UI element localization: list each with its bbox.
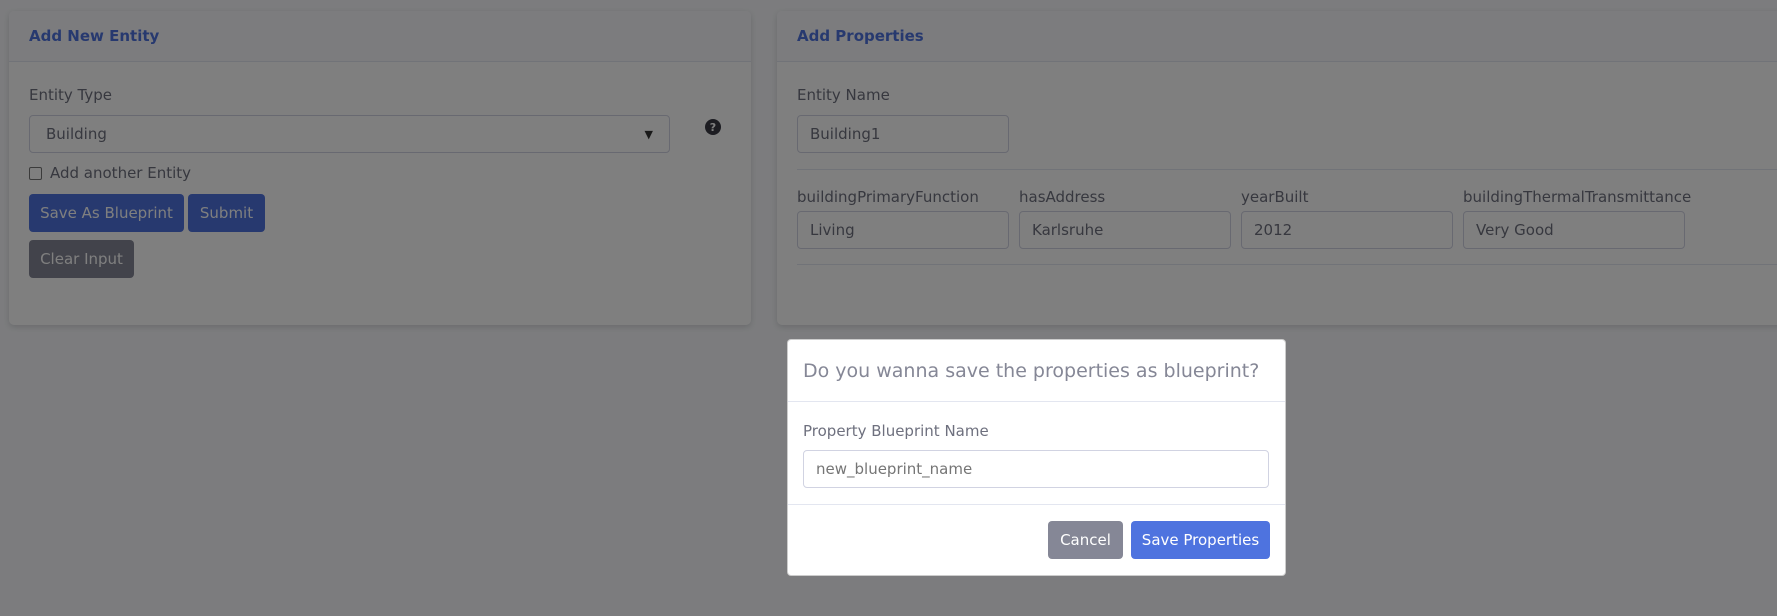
blueprint-name-label: Property Blueprint Name bbox=[803, 422, 989, 440]
modal-body: Property Blueprint Name bbox=[788, 402, 1285, 505]
modal-footer: Cancel Save Properties bbox=[788, 505, 1285, 575]
modal-title: Do you wanna save the properties as blue… bbox=[803, 359, 1260, 382]
save-properties-button[interactable]: Save Properties bbox=[1131, 521, 1270, 559]
save-blueprint-modal: Do you wanna save the properties as blue… bbox=[787, 339, 1286, 576]
modal-header: Do you wanna save the properties as blue… bbox=[788, 340, 1285, 402]
cancel-button[interactable]: Cancel bbox=[1048, 521, 1123, 559]
blueprint-name-input[interactable] bbox=[803, 450, 1269, 488]
